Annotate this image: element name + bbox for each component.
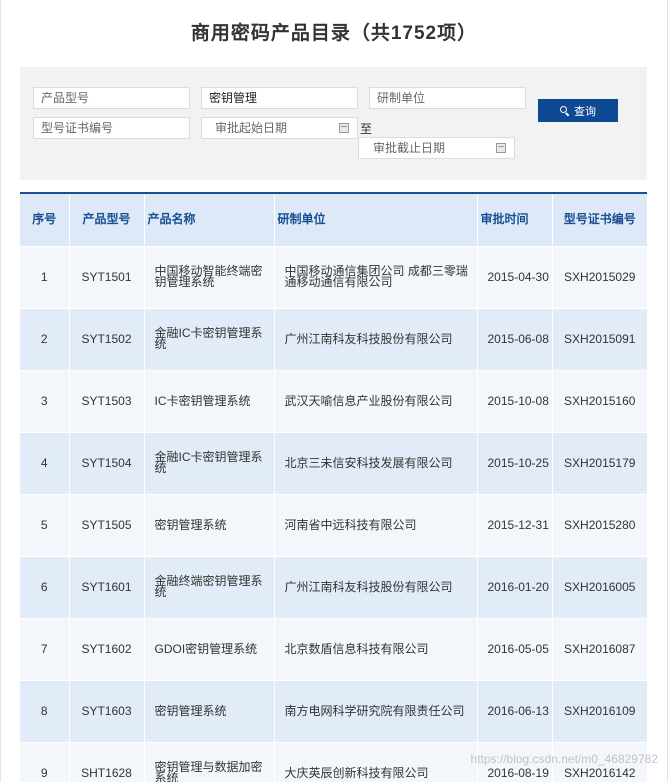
watermark: https://blog.csdn.net/m0_46829782 <box>470 752 658 766</box>
search-panel: 产品型号 密钥管理 研制单位 型号证书编号 审批起始日期 至 审批截止日期 查询 <box>20 67 647 180</box>
cell-cert-no: SXH2015179 <box>551 431 647 494</box>
cell-approval-date: 2016-05-05 <box>476 617 552 680</box>
table-row: 8 SYT1603 密钥管理系统 南方电网科学研究院有限责任公司 2016-06-13 S… <box>20 679 647 742</box>
cell-product-name: 中国移动智能终端密钥管理系统 <box>143 245 274 308</box>
cell-cert-no: SXH2016005 <box>551 555 647 618</box>
search-icon <box>560 106 569 115</box>
calendar-icon[interactable] <box>339 123 349 133</box>
cell-approval-date: 2015-10-25 <box>476 431 552 494</box>
cell-unit: 南方电网科学研究院有限责任公司 <box>273 679 477 742</box>
table-row: 2 SYT1502 金融IC卡密钥管理系统 广州江南科友科技股份有限公司 2015-06… <box>20 307 647 370</box>
cell-model: SYT1501 <box>68 245 144 308</box>
cell-index: 2 <box>20 307 69 370</box>
start-date-input[interactable]: 审批起始日期 <box>201 117 358 139</box>
cell-product-name: GDOI密钥管理系统 <box>143 617 274 680</box>
table-row: 3 SYT1503 IC卡密钥管理系统 武汉天喻信息产业股份有限公司 2015-10-0… <box>20 369 647 432</box>
table-row: 4 SYT1504 金融IC卡密钥管理系统 北京三未信安科技发展有限公司 2015-10… <box>20 431 647 494</box>
cell-index: 1 <box>20 245 69 308</box>
cell-model: SYT1503 <box>68 369 144 432</box>
table-row: 6 SYT1601 金融终端密钥管理系统 广州江南科友科技股份有限公司 2016-01-… <box>20 555 647 618</box>
cell-unit: 广州江南科友科技股份有限公司 <box>273 555 477 618</box>
table-row: 5 SYT1505 密钥管理系统 河南省中远科技有限公司 2015-12-31 SXH20… <box>20 493 647 556</box>
cell-unit: 武汉天喻信息产业股份有限公司 <box>273 369 477 432</box>
cell-cert-no: SXH2015160 <box>551 369 647 432</box>
cell-product-name: 密钥管理系统 <box>143 493 274 556</box>
cell-product-name: 金融IC卡密钥管理系统 <box>143 431 274 494</box>
cell-approval-date: 2015-10-08 <box>476 369 552 432</box>
cell-index: 5 <box>20 493 69 556</box>
header-unit: 研制单位 <box>273 193 477 246</box>
cell-product-name: 密钥管理系统 <box>143 679 274 742</box>
table-row: 7 SYT1602 GDOI密钥管理系统 北京数盾信息科技有限公司 2016-05-05… <box>20 617 647 680</box>
search-button-label: 查询 <box>574 105 596 118</box>
cell-index: 6 <box>20 555 69 618</box>
cell-approval-date: 2016-06-13 <box>476 679 552 742</box>
cell-model: SYT1603 <box>68 679 144 742</box>
cell-model: SHT1628 <box>68 741 144 782</box>
cell-unit: 中国移动通信集团公司 成都三零瑞通移动通信有限公司 <box>273 245 477 308</box>
date-range-separator: 至 <box>360 122 373 136</box>
cell-model: SYT1602 <box>68 617 144 680</box>
cell-approval-date: 2016-01-20 <box>476 555 552 618</box>
cell-unit: 北京三未信安科技发展有限公司 <box>273 431 477 494</box>
cell-model: SYT1502 <box>68 307 144 370</box>
cell-product-name: 金融终端密钥管理系统 <box>143 555 274 618</box>
header-approval-date: 审批时间 <box>476 193 552 246</box>
product-name-input[interactable]: 密钥管理 <box>201 87 358 109</box>
cell-unit: 河南省中远科技有限公司 <box>273 493 477 556</box>
header-product-name: 产品名称 <box>143 193 274 246</box>
cell-cert-no: SXH2016087 <box>551 617 647 680</box>
cell-model: SYT1504 <box>68 431 144 494</box>
results-table: 序号 产品型号 产品名称 研制单位 审批时间 型号证书编号 1 SYT1501 中国… <box>20 192 647 782</box>
cell-index: 8 <box>20 679 69 742</box>
page-title: 商用密码产品目录（共1752项） <box>190 23 478 44</box>
cert-input[interactable]: 型号证书编号 <box>33 117 190 139</box>
cell-approval-date: 2015-06-08 <box>476 307 552 370</box>
cell-approval-date: 2015-04-30 <box>476 245 552 308</box>
end-date-input[interactable]: 审批截止日期 <box>358 137 515 159</box>
cell-index: 7 <box>20 617 69 680</box>
cell-model: SYT1601 <box>68 555 144 618</box>
header-cert-no: 型号证书编号 <box>551 193 647 246</box>
header-model: 产品型号 <box>68 193 144 246</box>
table-row: 1 SYT1501 中国移动智能终端密钥管理系统 中国移动通信集团公司 成都三零瑞通移… <box>20 245 647 308</box>
cell-unit: 北京数盾信息科技有限公司 <box>273 617 477 680</box>
cell-model: SYT1505 <box>68 493 144 556</box>
cell-index: 4 <box>20 431 69 494</box>
cell-index: 3 <box>20 369 69 432</box>
cell-unit: 大庆英辰创新科技有限公司 <box>273 741 477 782</box>
calendar-icon[interactable] <box>496 143 506 153</box>
cell-product-name: IC卡密钥管理系统 <box>143 369 274 432</box>
unit-input[interactable]: 研制单位 <box>369 87 526 109</box>
end-date-placeholder: 审批截止日期 <box>373 141 446 155</box>
search-button[interactable]: 查询 <box>538 99 618 122</box>
table-header-row: 序号 产品型号 产品名称 研制单位 审批时间 型号证书编号 <box>20 193 647 246</box>
cell-cert-no: SXH2016109 <box>551 679 647 742</box>
cell-cert-no: SXH2015091 <box>551 307 647 370</box>
cell-cert-no: SXH2015029 <box>551 245 647 308</box>
cell-approval-date: 2015-12-31 <box>476 493 552 556</box>
cell-cert-no: SXH2015280 <box>551 493 647 556</box>
cell-unit: 广州江南科友科技股份有限公司 <box>273 307 477 370</box>
start-date-placeholder: 审批起始日期 <box>215 121 288 135</box>
cell-product-name: 金融IC卡密钥管理系统 <box>143 307 274 370</box>
cell-product-name: 密钥管理与数据加密系统 <box>143 741 274 782</box>
header-index: 序号 <box>20 193 69 246</box>
cell-index: 9 <box>20 741 69 782</box>
model-input[interactable]: 产品型号 <box>33 87 190 109</box>
